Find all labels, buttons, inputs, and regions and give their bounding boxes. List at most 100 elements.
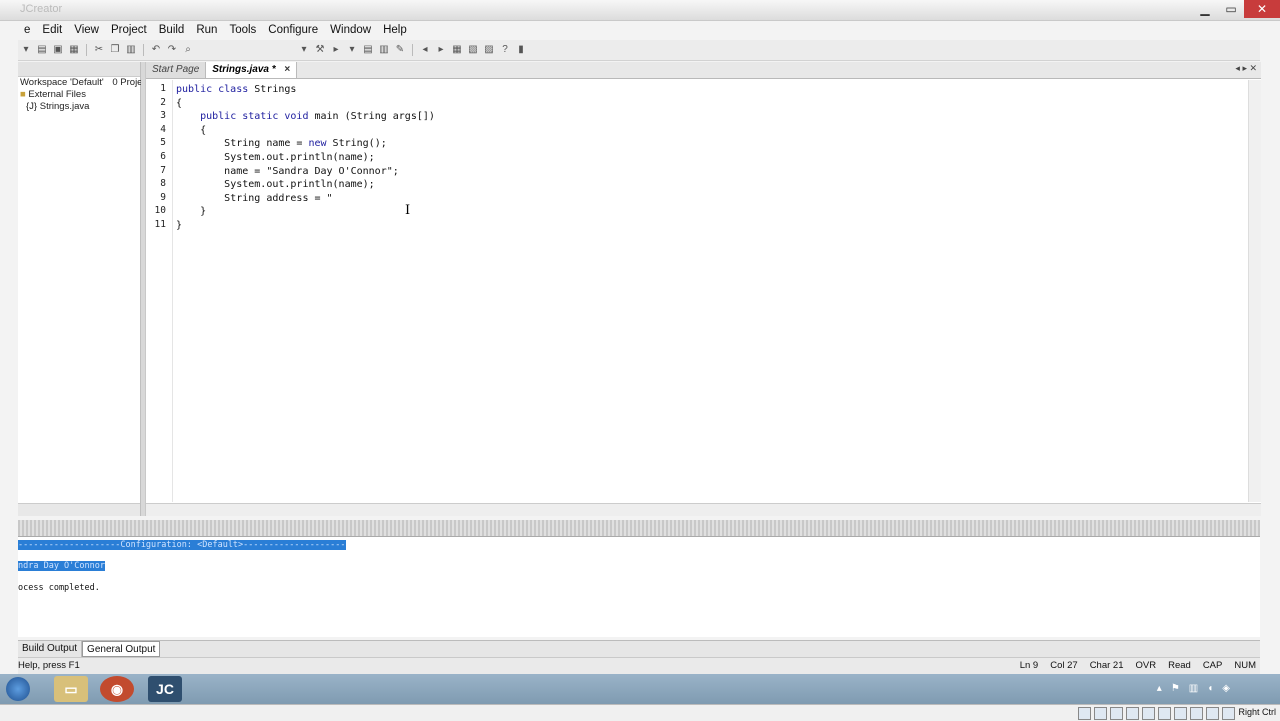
vm-keyboard-icon[interactable] xyxy=(1222,707,1236,720)
bookmark-prev-icon[interactable]: ▧ xyxy=(467,44,479,56)
line-number: 6 xyxy=(160,151,166,162)
workspace-row[interactable]: Workspace 'Default' 0 Projects xyxy=(18,77,155,89)
tab-start-page[interactable]: Start Page xyxy=(146,62,207,78)
vm-disk-icon[interactable] xyxy=(1078,707,1092,720)
tab-controls[interactable]: ◂ ▸ ✕ xyxy=(1235,63,1257,74)
close-tab-icon[interactable]: × xyxy=(284,64,290,75)
tray-volume-icon[interactable]: ◖ xyxy=(1207,683,1213,694)
file-row-strings[interactable]: {J} Strings.java xyxy=(18,101,140,113)
title-bar: JCreator ▁ ▭ ✕ xyxy=(0,0,1280,21)
help-icon[interactable]: ? xyxy=(499,44,511,56)
jcreator-taskbar-icon[interactable]: JC xyxy=(148,676,182,702)
edit-icon[interactable]: ✎ xyxy=(394,44,406,56)
compile-icon[interactable]: ▤ xyxy=(362,44,374,56)
browser-icon[interactable]: ◉ xyxy=(100,676,134,702)
cut-icon[interactable]: ✂ xyxy=(93,44,105,56)
main-toolbar: ▾ ▤ ▣ ▦ ✂ ❐ ▥ ↶ ↷ ⌕ ▾ ⚒ ▸ ▾ ▤ ▥ ✎ ◂ ▸ ▦ … xyxy=(18,40,1260,61)
workspace-name: Workspace 'Default' xyxy=(20,77,104,88)
line-number: 10 xyxy=(154,205,166,217)
tab-strings-java[interactable]: Strings.java * × xyxy=(206,62,298,78)
tray-app-icon[interactable]: ◈ xyxy=(1222,683,1230,694)
explorer-icon[interactable]: ▭ xyxy=(54,676,88,702)
workspace-panel-header xyxy=(18,62,140,77)
vm-status-bar: Right Ctrl xyxy=(0,704,1280,721)
run-dropdown-icon[interactable]: ▾ xyxy=(346,44,358,56)
line-number: 11 xyxy=(154,219,166,230)
code-line: { xyxy=(200,124,207,136)
text-cursor-icon: I xyxy=(405,203,411,218)
menu-view[interactable]: View xyxy=(68,21,105,39)
java-file-icon: {J} xyxy=(26,101,38,112)
forward-icon[interactable]: ▸ xyxy=(435,44,447,56)
run-icon[interactable]: ▸ xyxy=(330,44,342,56)
line-number: 3 xyxy=(160,110,166,122)
save-icon[interactable]: ▣ xyxy=(52,44,64,56)
line-number: 5 xyxy=(160,137,166,149)
code-line: String address = " xyxy=(224,192,333,204)
start-button[interactable] xyxy=(6,677,30,701)
tab-label: Strings.java * xyxy=(212,64,276,75)
bookmark-icon[interactable]: ▦ xyxy=(451,44,463,56)
menu-run[interactable]: Run xyxy=(190,21,223,39)
copy-icon[interactable]: ❐ xyxy=(109,44,121,56)
output-panel-header[interactable] xyxy=(18,520,1260,537)
paste-icon[interactable]: ▥ xyxy=(125,44,137,56)
dropdown-arrow-icon[interactable]: ▾ xyxy=(298,44,310,56)
workspace-scrollbar[interactable] xyxy=(18,503,140,516)
line-number: 7 xyxy=(160,164,166,176)
menu-tools[interactable]: Tools xyxy=(223,21,262,39)
tab-general-output[interactable]: General Output xyxy=(82,641,161,657)
tray-flag-icon[interactable]: ⚑ xyxy=(1171,683,1180,694)
vm-mouse-icon[interactable] xyxy=(1206,707,1220,720)
vm-cd-icon[interactable] xyxy=(1094,707,1108,720)
status-cap: CAP xyxy=(1202,660,1223,671)
vm-usb-icon[interactable] xyxy=(1110,707,1124,720)
code-line: } xyxy=(200,206,207,218)
lock-icon[interactable]: ▮ xyxy=(515,44,527,56)
save-all-icon[interactable]: ▦ xyxy=(68,44,80,56)
status-num: NUM xyxy=(1234,660,1256,671)
vm-display-icon[interactable] xyxy=(1142,707,1156,720)
maximize-button[interactable]: ▭ xyxy=(1218,0,1244,18)
menu-configure[interactable]: Configure xyxy=(262,21,324,39)
menu-edit[interactable]: Edit xyxy=(36,21,68,39)
code-line: System.out.println(name); xyxy=(224,179,375,191)
editor-horizontal-scrollbar[interactable] xyxy=(146,503,1261,516)
tray-arrow-icon[interactable]: ▴ xyxy=(1157,683,1162,694)
open-icon[interactable]: ▤ xyxy=(36,44,48,56)
code-line: { xyxy=(176,97,183,109)
editor-vertical-scrollbar[interactable] xyxy=(1248,80,1261,502)
vm-record-icon[interactable] xyxy=(1174,707,1188,720)
folder-icon: ■ xyxy=(20,89,26,100)
redo-icon[interactable]: ↷ xyxy=(166,44,178,56)
menu-help[interactable]: Help xyxy=(377,21,413,39)
status-bar: Help, press F1 Ln 9 Col 27 Char 21 OVR R… xyxy=(18,657,1260,674)
code-line: name = "Sandra Day O'Connor"; xyxy=(224,165,399,177)
line-number: 8 xyxy=(160,178,166,190)
desktop-screen: JCreator ▁ ▭ ✕ e Edit View Project Build… xyxy=(0,0,1280,721)
back-icon[interactable]: ◂ xyxy=(419,44,431,56)
vm-shared-folder-icon[interactable] xyxy=(1126,707,1140,720)
new-file-icon[interactable]: ▾ xyxy=(20,44,32,56)
menu-window[interactable]: Window xyxy=(324,21,377,39)
menu-build[interactable]: Build xyxy=(153,21,191,39)
undo-icon[interactable]: ↶ xyxy=(150,44,162,56)
tab-build-output[interactable]: Build Output xyxy=(18,641,83,657)
minimize-button[interactable]: ▁ xyxy=(1192,0,1218,18)
vm-network-icon[interactable] xyxy=(1158,707,1172,720)
tray-network-icon[interactable]: ▥ xyxy=(1189,683,1198,694)
find-icon[interactable]: ⌕ xyxy=(182,44,194,56)
file-name-label: Strings.java xyxy=(39,101,90,112)
output-panel[interactable]: --------------------Configuration: <Defa… xyxy=(18,537,1260,637)
external-files-row[interactable]: ■ External Files xyxy=(18,89,140,101)
menu-project[interactable]: Project xyxy=(105,21,153,39)
build-icon[interactable]: ⚒ xyxy=(314,44,326,56)
output-status-line: ocess completed. xyxy=(18,583,100,593)
code-editor[interactable]: Start Page Strings.java * × ◂ ▸ ✕ 1 2 3 … xyxy=(145,62,1261,516)
menu-file[interactable]: e xyxy=(18,21,36,39)
vm-cpu-icon[interactable] xyxy=(1190,707,1204,720)
execute-icon[interactable]: ▥ xyxy=(378,44,390,56)
code-line: System.out.println(name); xyxy=(224,152,375,163)
close-button[interactable]: ✕ xyxy=(1244,0,1280,18)
bookmark-next-icon[interactable]: ▨ xyxy=(483,44,495,56)
